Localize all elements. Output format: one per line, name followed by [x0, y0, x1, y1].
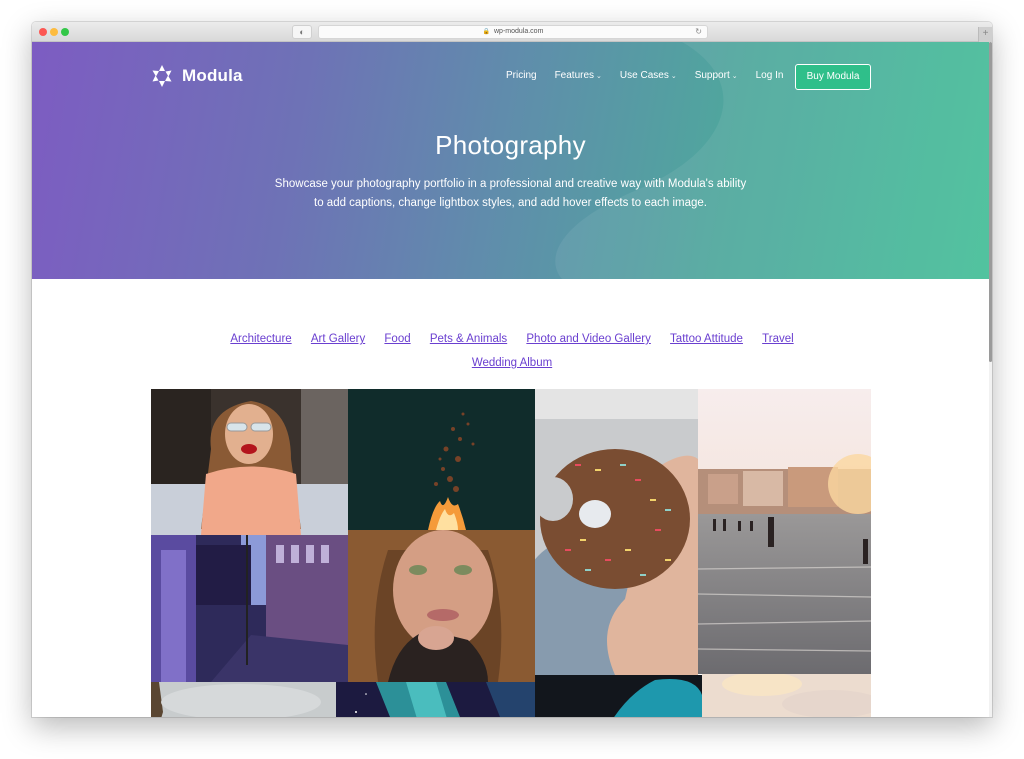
gallery-item-pale-sky[interactable]: [702, 674, 871, 717]
filter-food[interactable]: Food: [384, 327, 410, 351]
reload-icon[interactable]: ↻: [695, 26, 702, 38]
main-nav: Pricing Features ⌄ Use Cases ⌄ Support ⌄ Lo…: [506, 70, 801, 81]
close-window-button[interactable]: [39, 28, 47, 36]
nav-label: Features: [554, 70, 595, 81]
url-text: wp-modula.com: [494, 28, 544, 35]
filter-pets-animals[interactable]: Pets & Animals: [430, 327, 507, 351]
photo-woman-glasses: [151, 389, 348, 535]
nav-label: Use Cases: [619, 70, 669, 81]
filter-photo-video-gallery[interactable]: Photo and Video Gallery: [526, 327, 650, 351]
gallery-item-city-street[interactable]: [151, 535, 348, 682]
hero-section: Modula Pricing Features ⌄ Use Cases ⌄ Supp…: [32, 42, 989, 279]
filter-wedding-album[interactable]: Wedding Album: [472, 351, 552, 375]
photo-aurora: [336, 682, 535, 717]
browser-window: ◐ 🔒 wp-modula.com ↻ + Modula Pricing Fea…: [32, 22, 992, 717]
new-tab-button[interactable]: +: [978, 27, 992, 42]
filter-architecture[interactable]: Architecture: [230, 327, 291, 351]
brand-name: Modula: [182, 66, 243, 85]
nav-features[interactable]: Features ⌄: [555, 70, 602, 81]
browser-titlebar: ◐ 🔒 wp-modula.com ↻ +: [32, 22, 992, 42]
nav-label: Log In: [755, 70, 784, 81]
filter-tattoo-attitude[interactable]: Tattoo Attitude: [670, 327, 743, 351]
photo-grey-sky: [151, 682, 336, 717]
screen: ◐ 🔒 wp-modula.com ↻ + Modula Pricing Fea…: [0, 0, 1024, 759]
gallery-item-teal-abstract[interactable]: [535, 675, 702, 717]
address-bar[interactable]: 🔒 wp-modula.com ↻: [318, 25, 708, 39]
nav-support[interactable]: Support ⌄: [695, 70, 738, 81]
maximize-window-button[interactable]: [61, 28, 69, 36]
gallery-filter-links: Architecture Art Gallery Food Pets & Ani…: [182, 327, 842, 375]
buy-modula-button[interactable]: Buy Modula: [795, 64, 871, 90]
photo-donut: [535, 389, 698, 675]
photo-teal-abstract: [535, 675, 702, 717]
lock-icon: 🔒: [482, 29, 491, 35]
nav-use-cases[interactable]: Use Cases ⌄: [620, 70, 677, 81]
chevron-down-icon: ⌄: [596, 72, 602, 80]
photo-city-street: [151, 535, 348, 682]
privacy-report-icon: ◐: [299, 27, 305, 37]
modula-logo-icon: [152, 65, 172, 87]
brand-logo[interactable]: Modula: [150, 64, 243, 88]
page-description: Showcase your photography portfolio in a…: [274, 178, 747, 209]
filter-travel[interactable]: Travel: [762, 327, 794, 351]
gallery-item-freckled-woman[interactable]: [348, 530, 535, 682]
page-viewport: Modula Pricing Features ⌄ Use Cases ⌄ Supp…: [32, 42, 992, 717]
gallery-item-donut[interactable]: [535, 389, 698, 675]
gallery-item-sparks[interactable]: [348, 389, 535, 530]
nav-pricing[interactable]: Pricing: [506, 70, 537, 81]
gallery-item-grey-sky[interactable]: [151, 682, 336, 717]
minimize-window-button[interactable]: [50, 28, 58, 36]
photo-sparks: [348, 389, 535, 530]
photo-pale-sky: [702, 674, 871, 717]
gallery-item-woman-glasses[interactable]: [151, 389, 348, 535]
filter-art-gallery[interactable]: Art Gallery: [311, 327, 365, 351]
page-title: Photography: [435, 130, 586, 160]
photo-gallery: [151, 389, 871, 717]
scrollbar-thumb[interactable]: [989, 42, 992, 362]
site-header: Modula Pricing Features ⌄ Use Cases ⌄ Supp…: [32, 42, 989, 112]
chevron-down-icon: ⌄: [670, 72, 677, 80]
nav-label: Pricing: [506, 70, 537, 81]
photo-beach: [698, 389, 871, 674]
photo-freckled-woman: [348, 530, 535, 682]
gallery-item-beach[interactable]: [698, 389, 871, 674]
nav-log-in[interactable]: Log In: [756, 70, 784, 81]
chevron-down-icon: ⌄: [731, 72, 738, 80]
gallery-item-aurora[interactable]: [336, 682, 535, 717]
nav-label: Support: [694, 70, 730, 81]
privacy-report-button[interactable]: ◐: [292, 25, 312, 39]
page-scrollbar[interactable]: [989, 42, 992, 717]
